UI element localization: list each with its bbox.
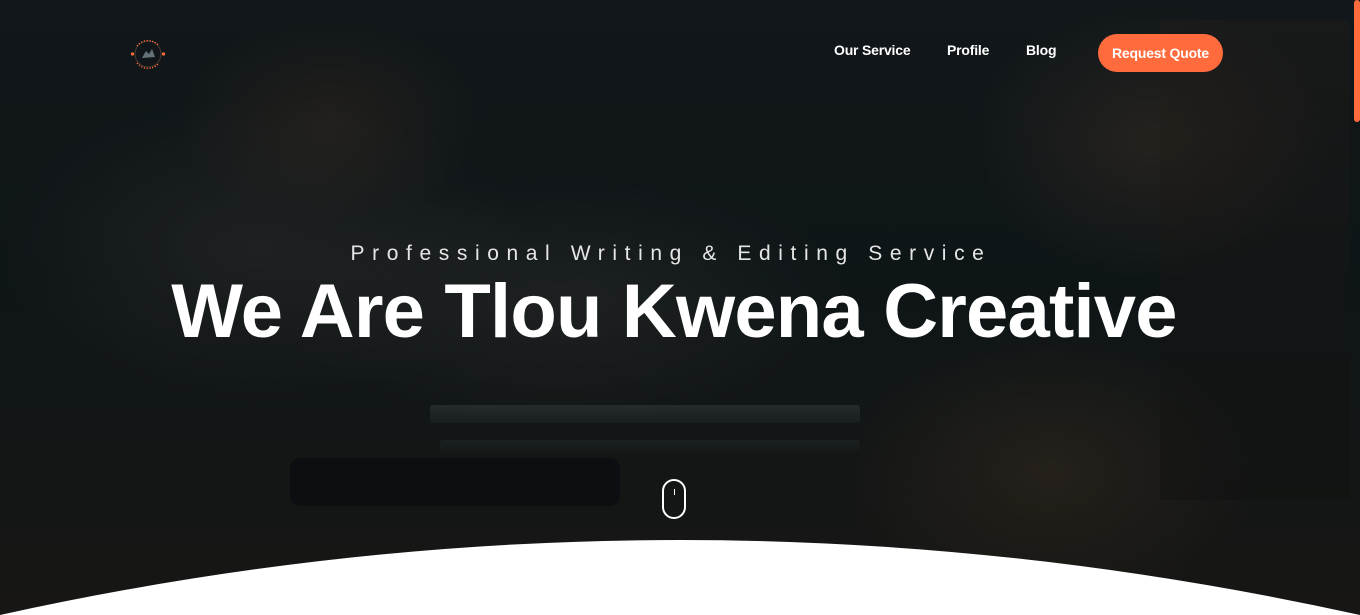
site-header: Our Service Profile Blog Request Quote — [0, 0, 1360, 100]
nav-profile[interactable]: Profile — [947, 42, 989, 58]
mouse-wheel-icon — [674, 489, 675, 495]
nav-blog[interactable]: Blog — [1026, 42, 1057, 58]
hero-bottom-curve — [0, 540, 1360, 615]
logo-icon[interactable] — [128, 34, 168, 74]
hero-subtitle: Professional Writing & Editing Service — [350, 242, 992, 265]
mouse-scroll-icon[interactable] — [662, 479, 686, 519]
hero-title: We Are Tlou Kwena Creative — [171, 269, 1177, 354]
request-quote-button[interactable]: Request Quote — [1098, 34, 1223, 72]
nav-our-service[interactable]: Our Service — [834, 42, 911, 58]
